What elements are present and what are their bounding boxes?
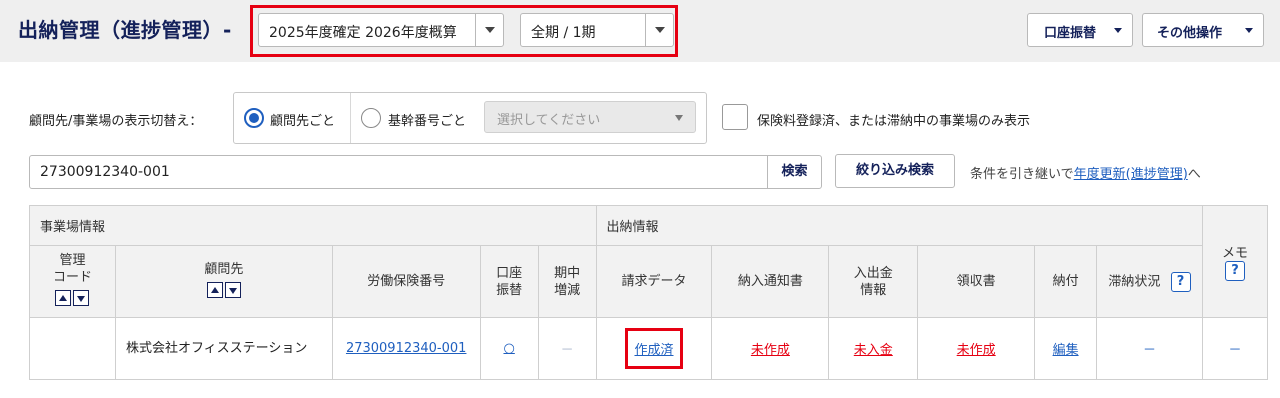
sort-asc-button[interactable] [206,281,223,298]
col-payment: 納付 [1034,245,1098,318]
registered-only-checkbox[interactable] [722,104,748,130]
cell-notice: 未作成 [711,317,830,380]
col-midterm-change: 期中 増減 [537,245,597,318]
col-change-line1: 期中 [554,265,581,281]
cell-inout: 未入金 [828,317,919,380]
chevron-down-icon [675,115,683,121]
sort-desc-button[interactable] [73,290,90,306]
chevron-up-icon [59,295,68,301]
cell-memo[interactable]: － [1201,317,1269,380]
invoice-link[interactable]: 作成済 [634,343,673,358]
period-select[interactable]: 全期 / 1期 [520,13,674,47]
col-receipt: 領収書 [917,245,1036,318]
basic-number-select-placeholder: 選択してください [497,113,601,128]
caret-down-icon [1114,28,1122,33]
annual-update-link[interactable]: 年度更新(進捗管理) [1074,167,1188,182]
cell-client: 株式会社オフィスステーション [114,317,333,380]
page-title: 出納管理（進捗管理）- [18,18,232,42]
cash-management-table: 事業場情報 出納情報 メモ ? 管理 コード 顧問先 労働保険番号 口座 振替 [29,205,1269,380]
caret-down-icon [1245,28,1253,33]
col-inout-line1: 入出金 [853,265,893,281]
account-transfer-button[interactable]: 口座振替 [1027,13,1133,47]
divider [350,93,351,143]
radio-basic-number-label[interactable]: 基幹番号ごと [388,110,466,129]
col-account-transfer: 口座 振替 [479,245,539,318]
sort-buttons [206,281,241,298]
sort-desc-button[interactable] [224,281,241,298]
chevron-up-icon [210,286,219,293]
registered-only-label[interactable]: 保険料登録済、または滞納中の事業場のみ表示 [757,110,1030,129]
basic-number-select: 選択してください [484,101,696,133]
cell-payment: 編集 [1034,317,1098,380]
year-select[interactable]: 2025年度確定 2026年度概算 [258,13,504,47]
chevron-down-icon [485,27,495,33]
table-row: 株式会社オフィスステーション 27300912340-001 ○ － 作成済 未… [29,317,1269,380]
help-icon[interactable]: ? [1224,261,1245,281]
hint-prefix: 条件を引き継いで [970,167,1074,182]
chevron-down-icon [655,27,665,33]
search-box: 検索 [29,155,822,189]
account-transfer-label: 口座振替 [1044,26,1097,41]
col-insurance-number: 労働保険番号 [331,245,481,318]
insurance-number-link[interactable]: 27300912340-001 [346,341,467,356]
invoice-highlight: 作成済 [625,328,683,369]
chevron-down-icon [228,287,237,294]
col-client: 顧問先 [114,245,333,318]
hint-suffix: へ [1187,167,1201,182]
group-cash-info: 出納情報 [595,205,1203,246]
col-management-code: 管理 コード [29,245,116,318]
group-office-info: 事業場情報 [29,205,597,246]
col-change-line2: 増減 [554,282,581,298]
col-transfer-line1: 口座 [496,265,523,281]
year-select-arrow[interactable] [475,14,503,46]
col-inout-info: 入出金 情報 [828,245,919,318]
notice-link[interactable]: 未作成 [751,343,790,358]
col-memo: メモ ? [1201,205,1269,318]
col-memo-label: メモ [1221,246,1248,261]
col-payment-notice: 納入通知書 [711,245,830,318]
cell-invoice: 作成済 [595,317,713,380]
payment-edit-link[interactable]: 編集 [1053,343,1079,358]
sort-asc-button[interactable] [55,290,72,306]
col-client-label: 顧問先 [204,261,244,277]
col-transfer-line2: 振替 [496,282,523,298]
col-code-line2: コード [52,270,92,285]
inout-link[interactable]: 未入金 [854,343,893,358]
period-select-value: 全期 / 1期 [531,25,596,41]
search-input[interactable] [30,156,770,188]
cell-receipt: 未作成 [917,317,1036,380]
cell-change: － [537,317,597,380]
search-button[interactable]: 検索 [767,156,821,188]
col-delinquency: 滞納状況 ? [1096,245,1203,318]
other-operations-button[interactable]: その他操作 [1142,13,1264,47]
col-delinquency-label: 滞納状況 [1108,274,1161,289]
other-operations-label: その他操作 [1157,26,1223,41]
period-select-arrow[interactable] [645,14,673,46]
sort-buttons [55,290,90,306]
cell-transfer: ○ [479,317,539,380]
cell-insurance-number: 27300912340-001 [331,317,481,380]
transfer-link[interactable]: ○ [503,341,514,356]
page-header: 出納管理（進捗管理）- 2025年度確定 2026年度概算 全期 / 1期 口座… [0,0,1280,62]
radio-basic-number[interactable] [361,108,381,128]
col-inout-line2: 情報 [860,282,887,298]
narrow-search-button[interactable]: 絞り込み検索 [835,154,955,188]
col-code-line1: 管理 [59,253,86,268]
cell-delinquency: － [1096,317,1203,380]
help-icon[interactable]: ? [1170,271,1191,292]
carry-over-hint: 条件を引き継いで年度更新(進捗管理)へ [970,163,1201,182]
year-select-value: 2025年度確定 2026年度概算 [269,25,457,41]
radio-dot [249,113,259,123]
display-toggle-label: 顧問先/事業場の表示切替え： [29,114,203,129]
receipt-link[interactable]: 未作成 [957,343,996,358]
cell-code [29,317,116,380]
radio-client[interactable] [244,108,264,128]
chevron-down-icon [77,296,86,302]
col-invoice-data: 請求データ [595,245,713,318]
radio-client-label[interactable]: 顧問先ごと [270,110,335,129]
